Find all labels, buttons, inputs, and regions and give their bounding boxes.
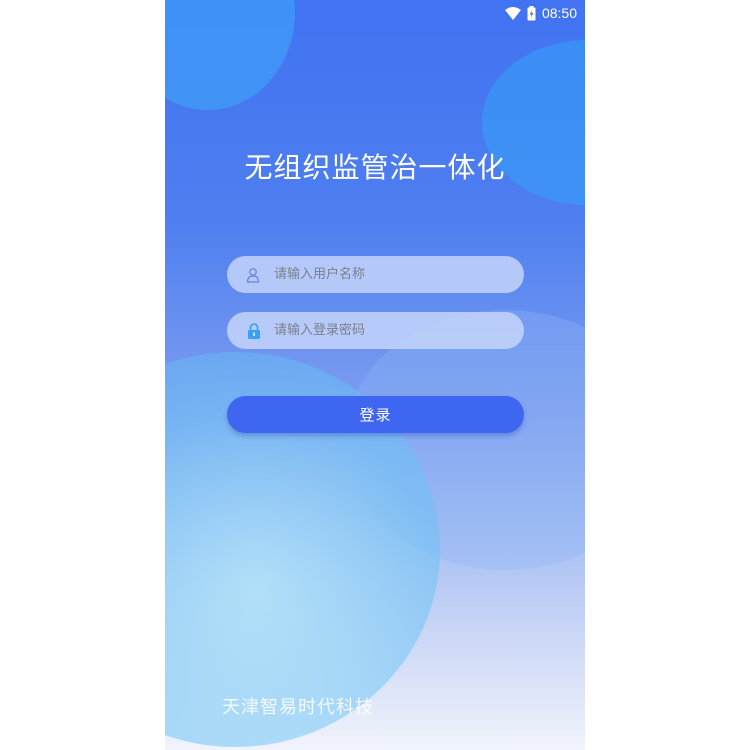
battery-icon bbox=[527, 5, 536, 21]
login-screen: 08:50 无组织监管治一体化 登录 bbox=[165, 0, 585, 750]
login-button[interactable]: 登录 bbox=[227, 396, 524, 433]
status-time: 08:50 bbox=[541, 5, 577, 21]
lock-icon bbox=[246, 322, 262, 339]
username-field[interactable] bbox=[227, 255, 524, 294]
company-footer: 天津智易时代科技 bbox=[222, 697, 374, 718]
user-icon bbox=[246, 267, 262, 283]
password-field[interactable] bbox=[227, 311, 524, 350]
app-title: 无组织监管治一体化 bbox=[244, 151, 506, 184]
password-input[interactable] bbox=[272, 311, 524, 350]
wifi-icon bbox=[504, 6, 521, 20]
username-input[interactable] bbox=[272, 255, 524, 294]
status-bar: 08:50 bbox=[165, 0, 585, 26]
